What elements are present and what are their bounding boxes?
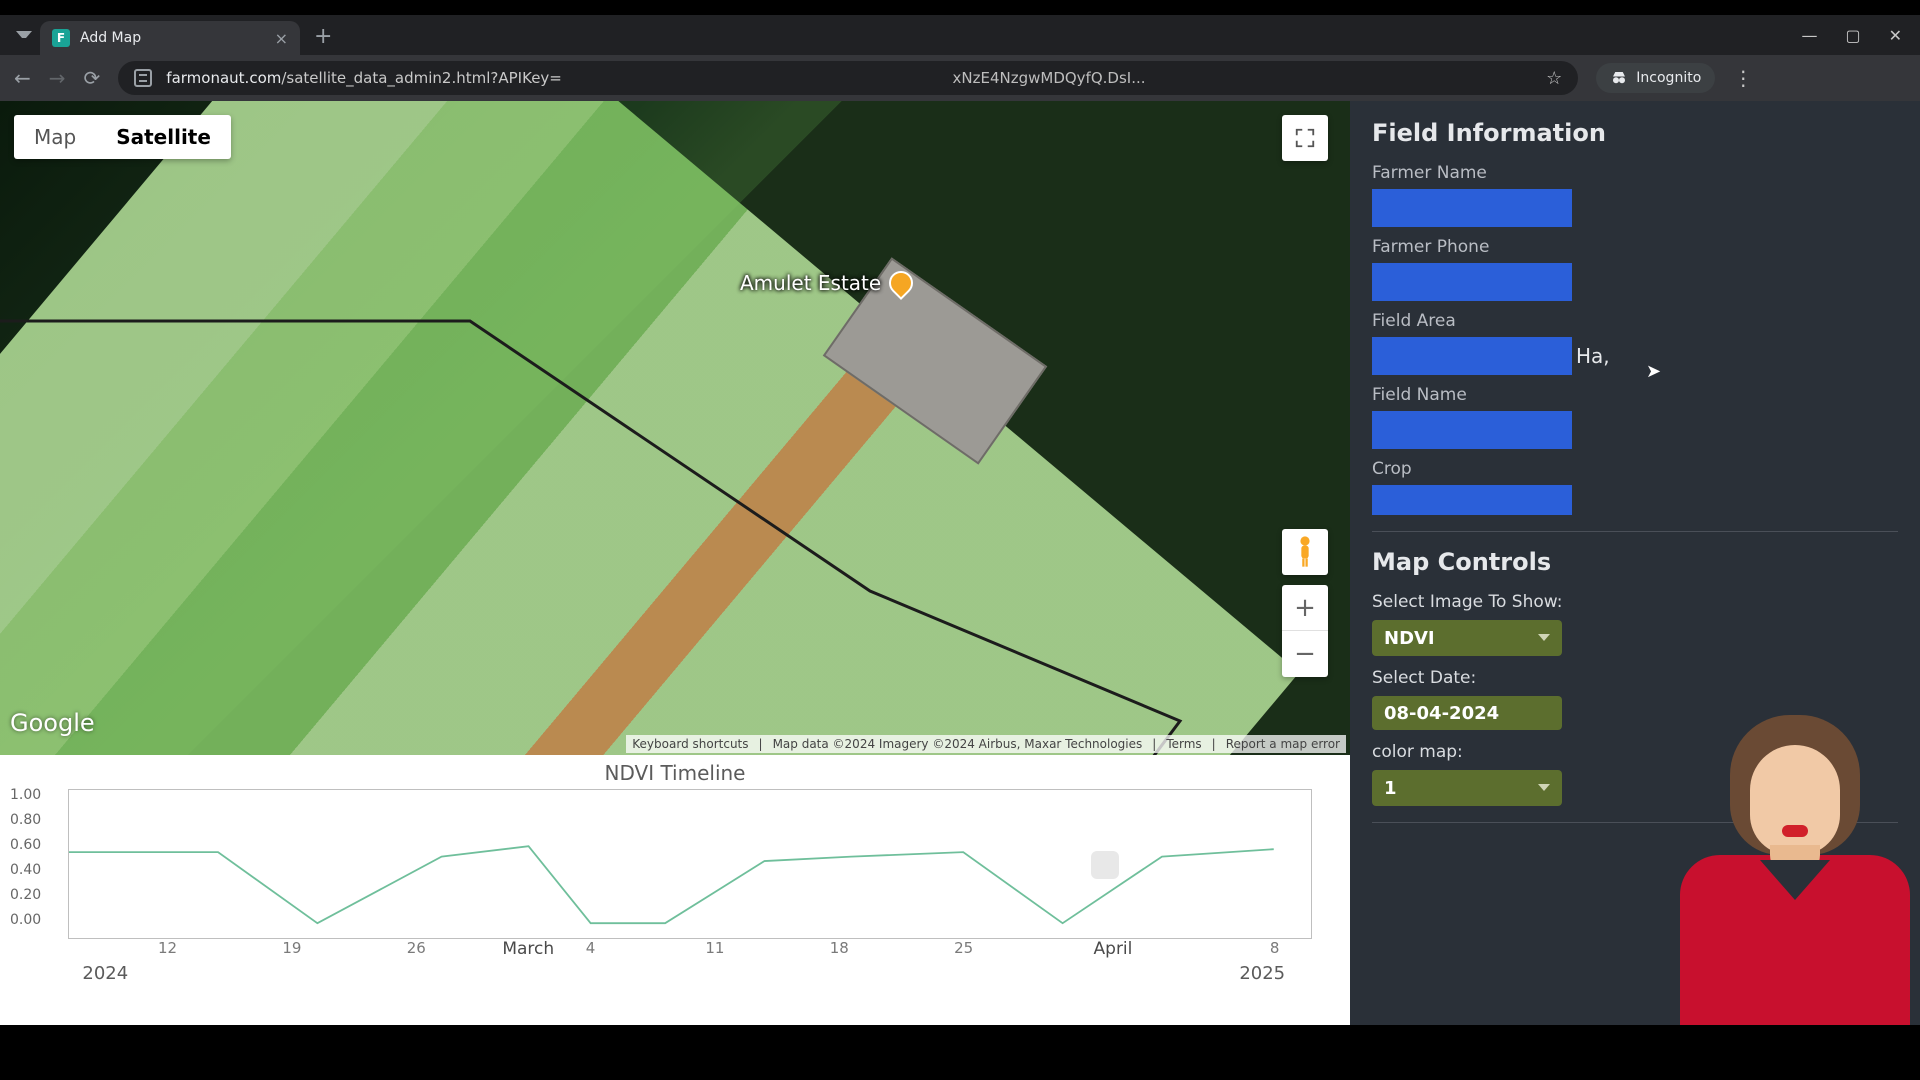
map-controls-title: Map Controls (1372, 548, 1898, 576)
url-path: /satellite_data_admin2.html?APIKey= (281, 69, 562, 87)
value-crop (1372, 485, 1572, 515)
map-type-switch: Map Satellite (14, 115, 231, 159)
select-date-value: 08-04-2024 (1384, 703, 1499, 724)
label-crop: Crop (1372, 459, 1898, 479)
chart-plot-area[interactable] (68, 789, 1312, 939)
tab-title: Add Map (80, 30, 141, 46)
incognito-label: Incognito (1636, 70, 1701, 86)
chart-watermark (1091, 842, 1231, 888)
browser-toolbar: ← → ⟳ farmonaut.com /satellite_data_admi… (0, 55, 1920, 101)
chart-year-end: 2025 (1239, 963, 1285, 984)
mouse-cursor-icon: ➤ (1646, 361, 1661, 382)
zoom-out-button[interactable]: − (1282, 631, 1328, 677)
label-farmer-phone: Farmer Phone (1372, 237, 1898, 257)
field-area-unit: Ha, (1576, 344, 1610, 368)
pegman-icon (1294, 535, 1316, 569)
label-farmer-name: Farmer Name (1372, 163, 1898, 183)
select-colormap-dropdown[interactable]: 1 (1372, 770, 1562, 806)
close-tab-icon[interactable]: × (275, 29, 288, 48)
value-field-name (1372, 411, 1572, 449)
map-marker-pin-icon[interactable] (884, 266, 918, 300)
field-boundary-polyline (0, 101, 1350, 755)
forward-button[interactable]: → (49, 66, 66, 90)
incognito-chip[interactable]: Incognito (1596, 63, 1715, 93)
tabs-dropdown-icon[interactable] (16, 31, 32, 47)
attrib-keyboard[interactable]: Keyboard shortcuts (632, 737, 748, 751)
attrib-terms[interactable]: Terms (1166, 737, 1201, 751)
browser-titlebar: F Add Map × + — ▢ ✕ (0, 15, 1920, 55)
url-tail: xNzE4NzgwMDQyfQ.DsI... (953, 69, 1146, 87)
window-close-icon[interactable]: ✕ (1889, 26, 1902, 45)
attrib-data: Map data ©2024 Imagery ©2024 Airbus, Max… (773, 737, 1143, 751)
back-button[interactable]: ← (14, 66, 31, 90)
google-logo: Google (10, 709, 95, 737)
sidebar: Field Information Farmer Name Farmer Pho… (1350, 101, 1920, 1025)
chart-year-start: 2024 (82, 963, 128, 984)
select-image-value: NDVI (1384, 628, 1435, 649)
label-field-area: Field Area (1372, 311, 1898, 331)
select-image-dropdown[interactable]: NDVI (1372, 620, 1562, 656)
chart-title: NDVI Timeline (10, 761, 1340, 785)
address-bar[interactable]: farmonaut.com /satellite_data_admin2.htm… (118, 61, 1578, 95)
label-field-name: Field Name (1372, 385, 1898, 405)
sidebar-divider (1372, 531, 1898, 532)
value-farmer-name (1372, 189, 1572, 227)
map-attribution: Keyboard shortcuts | Map data ©2024 Imag… (626, 735, 1346, 753)
chart-x-axis-ticks: 121926March4111825April8 (68, 939, 1312, 963)
presenter-avatar (1670, 705, 1910, 1025)
chart-y-axis-ticks: 1.000.800.600.400.200.00 (10, 783, 41, 933)
map-marker-label: Amulet Estate (740, 271, 881, 295)
label-select-date: Select Date: (1372, 668, 1898, 688)
chart-x-axis-years: 2024 2025 (68, 963, 1312, 991)
attrib-report[interactable]: Report a map error (1226, 737, 1340, 751)
window-maximize-icon[interactable]: ▢ (1845, 26, 1860, 45)
label-select-image: Select Image To Show: (1372, 592, 1898, 612)
chevron-down-icon (1538, 634, 1550, 647)
chart-watermark-icon (1091, 851, 1119, 879)
field-info-title: Field Information (1372, 119, 1898, 147)
select-date-input[interactable]: 08-04-2024 (1372, 696, 1562, 730)
site-settings-icon[interactable] (134, 69, 152, 87)
reload-button[interactable]: ⟳ (84, 66, 101, 90)
map-type-satellite[interactable]: Satellite (96, 115, 231, 159)
tab-favicon-icon: F (52, 29, 70, 47)
fullscreen-button[interactable] (1282, 115, 1328, 161)
browser-tab[interactable]: F Add Map × (40, 21, 300, 55)
value-farmer-phone (1372, 263, 1572, 301)
window-minimize-icon[interactable]: — (1801, 26, 1817, 45)
chevron-down-icon (1538, 784, 1550, 797)
bookmark-star-icon[interactable]: ☆ (1546, 68, 1562, 89)
map-type-map[interactable]: Map (14, 115, 96, 159)
new-tab-button[interactable]: + (314, 24, 332, 49)
browser-menu-icon[interactable]: ⋮ (1733, 66, 1753, 90)
incognito-icon (1610, 69, 1628, 87)
url-host: farmonaut.com (166, 69, 281, 87)
ndvi-timeline-chart: NDVI Timeline 1.000.800.600.400.200.00 1… (0, 755, 1350, 1025)
map-canvas[interactable]: Amulet Estate Map Satellite + − Google K… (0, 101, 1350, 755)
value-field-area (1372, 337, 1572, 375)
streetview-pegman-button[interactable] (1282, 529, 1328, 575)
zoom-in-button[interactable]: + (1282, 585, 1328, 631)
select-colormap-value: 1 (1384, 778, 1397, 799)
zoom-control: + − (1282, 585, 1328, 677)
fullscreen-icon (1294, 127, 1316, 149)
